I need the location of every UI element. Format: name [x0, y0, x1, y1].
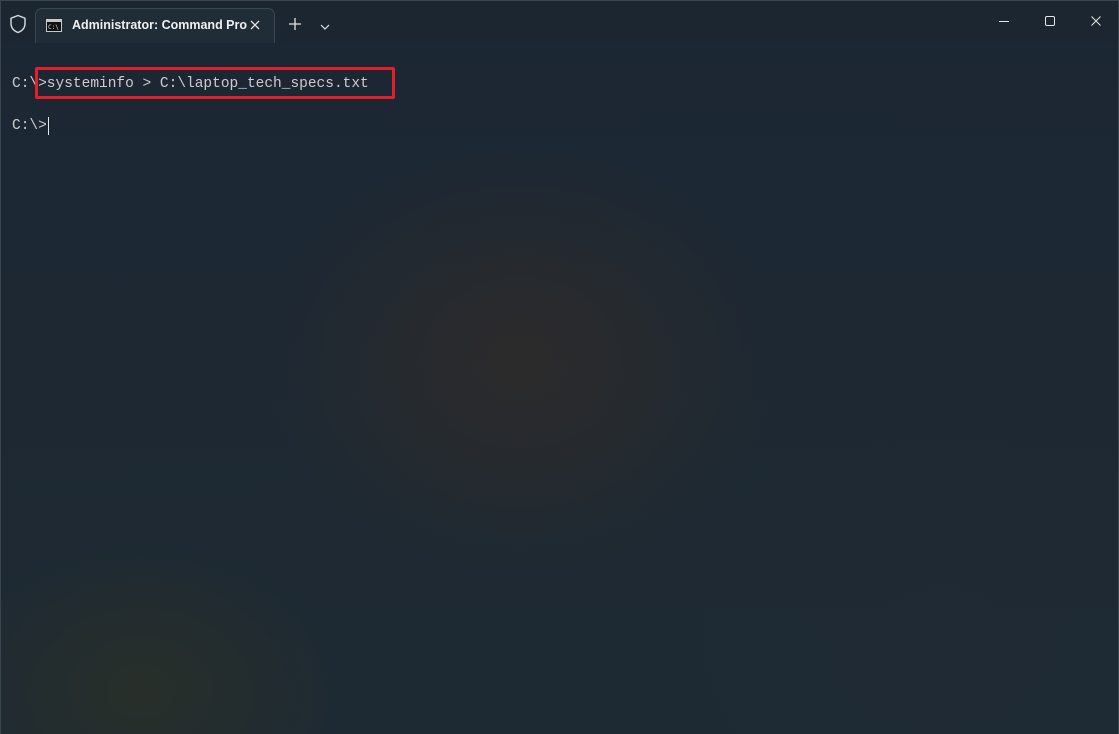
- maximize-button[interactable]: [1027, 1, 1073, 41]
- title-bar[interactable]: C:\ Administrator: Command Pro: [1, 1, 1118, 43]
- minimize-button[interactable]: [981, 1, 1027, 41]
- close-icon: [1091, 16, 1101, 26]
- command-line: C:\>systeminfo > C:\laptop_tech_specs.tx…: [12, 75, 369, 93]
- prompt-line[interactable]: C:\>: [12, 117, 49, 135]
- text-cursor: [47, 117, 49, 135]
- line1-command: >systeminfo > C:\laptop_tech_specs.txt: [38, 76, 369, 92]
- maximize-icon: [1045, 16, 1055, 26]
- terminal-window: C:\ Administrator: Command Pro C:\>syste…: [0, 0, 1119, 734]
- close-button[interactable]: [1073, 1, 1118, 41]
- close-icon[interactable]: [247, 17, 263, 33]
- tab-title: Administrator: Command Pro: [72, 18, 248, 32]
- plus-icon[interactable]: [287, 16, 303, 32]
- tab-command-prompt[interactable]: C:\ Administrator: Command Pro: [35, 8, 275, 43]
- line2-prompt: C:\>: [12, 118, 47, 134]
- shield-icon: [9, 14, 27, 34]
- terminal-output[interactable]: C:\>systeminfo > C:\laptop_tech_specs.tx…: [1, 43, 1118, 734]
- chevron-down-icon[interactable]: [319, 19, 331, 30]
- svg-text:C:\: C:\: [48, 24, 59, 31]
- minimize-icon: [999, 21, 1009, 22]
- line1-prompt: C:\: [12, 76, 39, 92]
- cmd-icon: C:\: [46, 19, 62, 32]
